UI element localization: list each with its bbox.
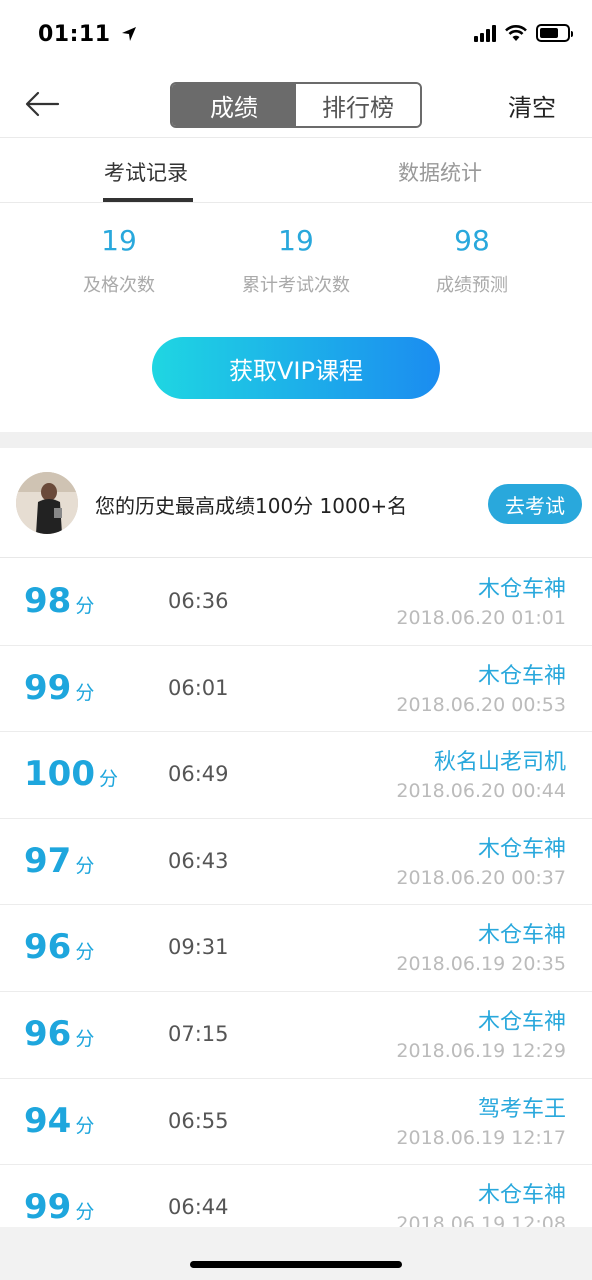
tab-data-statistics[interactable]: 数据统计: [398, 157, 482, 187]
tab-bar: 考试记录 数据统计: [0, 139, 592, 203]
avatar[interactable]: [16, 472, 78, 534]
segmented-control: 成绩 排行榜: [170, 82, 422, 128]
segment-leaderboard[interactable]: 排行榜: [296, 84, 420, 126]
tab-exam-records[interactable]: 考试记录: [104, 157, 188, 187]
exam-date: 2018.06.20 00:44: [396, 780, 566, 803]
status-bar: 01:11: [0, 0, 592, 70]
list-item[interactable]: 100 分 06:49 秋名山老司机 2018.06.20 00:44: [0, 732, 592, 819]
score: 96 分: [24, 927, 94, 967]
score-value: 99: [24, 667, 72, 708]
list-item[interactable]: 99 分 06:44 木仓车神 2018.06.19 12:08: [0, 1165, 592, 1227]
score-unit: 分: [75, 1027, 95, 1050]
score: 99 分: [24, 668, 94, 708]
back-button[interactable]: [22, 86, 62, 122]
exam-duration: 06:01: [168, 675, 229, 700]
score: 99 分: [24, 1187, 94, 1227]
exam-duration: 06:43: [168, 848, 229, 873]
score-unit: 分: [75, 681, 95, 704]
status-icons: [474, 24, 573, 42]
nav-bar: 成绩 排行榜 清空: [0, 70, 592, 138]
list-item[interactable]: 96 分 09:31 木仓车神 2018.06.19 20:35: [0, 905, 592, 992]
user-name: 木仓车神: [477, 1183, 566, 1209]
exam-duration: 07:15: [168, 1021, 229, 1046]
best-score-text: 您的历史最高成绩100分 1000+名: [95, 494, 408, 518]
score-unit: 分: [75, 595, 95, 617]
stat-pass-count: 19 及格次数: [29, 224, 209, 297]
list-item[interactable]: 97 分 06:43 木仓车神 2018.06.20 00:37: [0, 819, 592, 906]
take-exam-button[interactable]: 去考试: [488, 484, 582, 524]
exam-date: 2018.06.19 12:29: [396, 1039, 566, 1062]
stat-total-exams: 19 累计考试次数: [206, 224, 386, 297]
best-score-banner: 您的历史最高成绩100分 1000+名 去考试: [0, 448, 592, 558]
exam-duration: 06:44: [168, 1195, 229, 1220]
user-name: 木仓车神: [477, 923, 566, 949]
score-value: 99: [24, 1187, 72, 1227]
exam-date: 2018.06.19 20:35: [396, 953, 566, 976]
segment-scores[interactable]: 成绩: [172, 84, 296, 126]
score: 98 分: [24, 581, 94, 621]
user-name: 木仓车神: [477, 663, 566, 689]
exam-duration: 06:49: [168, 762, 229, 787]
tab-underline: [103, 198, 193, 202]
list-item[interactable]: 96 分 07:15 木仓车神 2018.06.19 12:29: [0, 992, 592, 1079]
user-name: 木仓车神: [477, 836, 566, 862]
score-unit: 分: [75, 1201, 95, 1224]
exam-duration: 06:55: [168, 1108, 229, 1133]
exam-date: 2018.06.20 00:37: [396, 866, 566, 889]
user-name: 木仓车神: [477, 1009, 566, 1035]
score-value: 97: [24, 840, 72, 881]
list-item[interactable]: 99 分 06:01 木仓车神 2018.06.20 00:53: [0, 646, 592, 733]
score: 100 分: [24, 754, 118, 794]
score-value: 94: [24, 1100, 72, 1141]
battery-icon: [536, 24, 573, 42]
stat-label: 成绩预测: [436, 275, 508, 296]
score-value: 96: [24, 1013, 72, 1054]
score-unit: 分: [75, 941, 95, 964]
score-unit: 分: [75, 854, 95, 877]
wifi-icon: [505, 25, 527, 41]
list-item[interactable]: 98 分 06:36 木仓车神 2018.06.20 01:01: [0, 559, 592, 646]
clear-button[interactable]: 清空: [508, 88, 556, 123]
user-name: 木仓车神: [477, 577, 566, 602]
user-name: 秋名山老司机: [433, 750, 566, 776]
status-time-text: 01:11: [38, 22, 111, 47]
arrow-left-icon: [25, 91, 60, 117]
stat-score-prediction: 98 成绩预测: [382, 224, 562, 297]
exam-duration: 06:36: [168, 589, 229, 613]
stat-value: 19: [278, 224, 314, 257]
score-value: 100: [24, 754, 95, 795]
user-name: 驾考车王: [477, 1096, 566, 1122]
score-unit: 分: [75, 1114, 95, 1137]
home-indicator-area: [0, 1227, 592, 1280]
home-indicator[interactable]: [190, 1261, 402, 1268]
stat-label: 累计考试次数: [242, 275, 350, 296]
exam-date: 2018.06.20 01:01: [396, 607, 566, 629]
score-value: 96: [24, 927, 72, 968]
stat-label: 及格次数: [83, 275, 155, 296]
exam-date: 2018.06.19 12:08: [396, 1213, 566, 1227]
status-time: 01:11: [38, 22, 137, 47]
score: 96 分: [24, 1014, 94, 1054]
exam-record-list: 98 分 06:36 木仓车神 2018.06.20 01:01 99 分 06:0…: [0, 559, 592, 1227]
signal-icon: [474, 24, 496, 42]
exam-date: 2018.06.19 12:17: [396, 1126, 566, 1149]
exam-duration: 09:31: [168, 935, 229, 960]
stats-summary: 19 及格次数 19 累计考试次数 98 成绩预测: [0, 204, 592, 316]
list-item[interactable]: 94 分 06:55 驾考车王 2018.06.19 12:17: [0, 1079, 592, 1166]
exam-date: 2018.06.20 00:53: [396, 693, 566, 716]
score: 94 分: [24, 1101, 94, 1141]
stat-value: 98: [454, 224, 490, 257]
get-vip-course-button[interactable]: 获取VIP课程: [152, 337, 440, 399]
location-arrow-icon: [121, 27, 136, 41]
score-unit: 分: [98, 768, 118, 791]
score-value: 98: [24, 581, 72, 621]
score: 97 分: [24, 841, 94, 881]
section-divider: [0, 432, 592, 448]
stat-value: 19: [101, 224, 137, 257]
